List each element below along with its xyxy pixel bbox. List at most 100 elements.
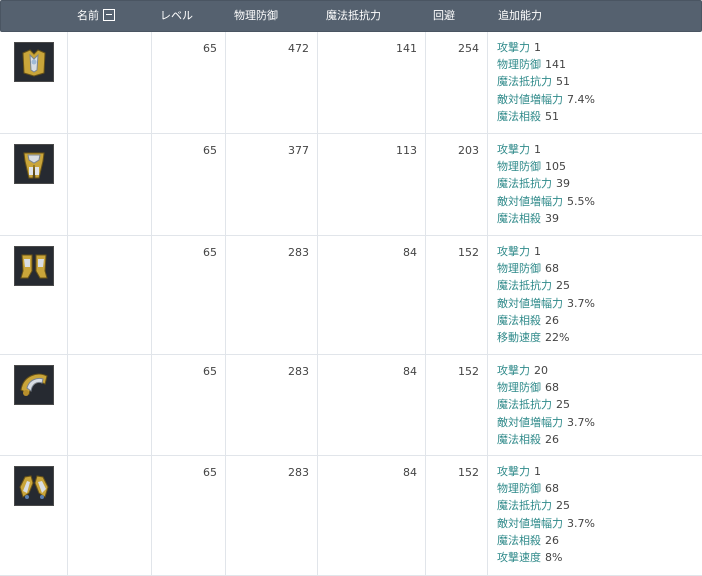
mag-res-cell: 84 (318, 355, 426, 455)
table-row: 65 283 84 152 攻撃力 20 物理防御 68 魔法抵抗力 25 敵対値増幅力 3.7% 魔法… (0, 355, 702, 456)
bonus-label: 敵対値増幅力 (497, 194, 563, 208)
bonus-label: 攻撃力 (497, 41, 530, 54)
bonus-item: 敵対値増幅力 7.4% (497, 91, 595, 108)
phys-def-value: 377 (288, 144, 309, 157)
name-cell (68, 355, 152, 455)
gold-chest-armor-icon[interactable] (14, 42, 54, 82)
bonus-label: 魔法抵抗力 (497, 75, 552, 89)
gold-boots-icon[interactable] (14, 246, 54, 286)
phys-def-cell: 283 (226, 355, 318, 455)
bonus-list: 攻撃力 1 物理防御 105 魔法抵抗力 39 敵対値増幅力 5.5% 魔法相殺 39 (497, 141, 595, 227)
bonus-cell: 攻撃力 20 物理防御 68 魔法抵抗力 25 敵対値増幅力 3.7% 魔法相殺 26 (488, 355, 701, 455)
gold-shoulder-armor-icon[interactable] (14, 365, 54, 405)
phys-def-value: 283 (288, 365, 309, 378)
bonus-item: 攻撃力 1 (497, 141, 595, 158)
evasion-cell: 203 (426, 134, 488, 235)
bonus-label: 魔法抵抗力 (497, 177, 552, 191)
bonus-value: 22% (545, 330, 570, 344)
bonus-value: 25 (556, 398, 570, 412)
gold-gloves-icon[interactable] (14, 466, 54, 506)
phys-def-value: 283 (288, 246, 309, 259)
bonus-item: 魔法相殺 26 (497, 431, 595, 448)
table-row: 65 377 113 203 攻撃力 1 物理防御 105 魔法抵抗力 39 敵対値増幅力 5.5% 魔… (0, 134, 702, 236)
bonus-value: 3.7% (567, 415, 595, 429)
column-header-name[interactable]: 名前 (77, 1, 115, 31)
bonus-value: 3.7% (567, 516, 595, 530)
bonus-list: 攻撃力 1 物理防御 68 魔法抵抗力 25 敵対値増幅力 3.7% 魔法相殺 26 攻撃速度 8% (497, 463, 595, 566)
bonus-item: 物理防御 68 (497, 379, 595, 396)
level-value: 65 (203, 144, 217, 157)
bonus-label: 敵対値増幅力 (497, 296, 563, 310)
mag-res-value: 113 (396, 144, 417, 157)
bonus-label: 敵対値増幅力 (497, 92, 563, 106)
bonus-label: 攻撃力 (497, 143, 530, 156)
phys-def-cell: 472 (226, 32, 318, 133)
bonus-value: 1 (534, 465, 541, 478)
bonus-item: 敵対値増幅力 3.7% (497, 515, 595, 532)
bonus-value: 1 (534, 41, 541, 54)
bonus-label: 敵対値増幅力 (497, 516, 563, 530)
bonus-value: 68 (545, 381, 559, 395)
level-cell: 65 (152, 32, 226, 133)
bonus-value: 8% (545, 550, 563, 564)
evasion-value: 203 (458, 144, 479, 157)
column-header-level: レベル (160, 9, 193, 22)
bonus-value: 26 (545, 313, 559, 327)
bonus-item: 魔法相殺 26 (497, 312, 595, 329)
bonus-value: 1 (534, 245, 541, 258)
mag-res-cell: 84 (318, 456, 426, 575)
bonus-list: 攻撃力 1 物理防御 68 魔法抵抗力 25 敵対値増幅力 3.7% 魔法相殺 26 移動速度 22% (497, 243, 595, 346)
evasion-value: 152 (458, 365, 479, 378)
mag-res-value: 84 (403, 246, 417, 259)
bonus-label: 物理防御 (497, 160, 541, 174)
bonus-item: 魔法抵抗力 25 (497, 396, 595, 413)
icon-cell (0, 456, 68, 575)
level-value: 65 (203, 466, 217, 479)
level-cell: 65 (152, 355, 226, 455)
bonus-value: 20 (534, 364, 548, 377)
bonus-item: 魔法抵抗力 39 (497, 175, 595, 192)
phys-def-cell: 283 (226, 456, 318, 575)
bonus-list: 攻撃力 20 物理防御 68 魔法抵抗力 25 敵対値増幅力 3.7% 魔法相殺 26 (497, 362, 595, 448)
name-cell (68, 236, 152, 354)
bonus-value: 5.5% (567, 194, 595, 208)
bonus-label: 魔法抵抗力 (497, 279, 552, 293)
bonus-label: 物理防御 (497, 381, 541, 395)
collapse-toggle-icon[interactable] (103, 9, 115, 21)
bonus-value: 51 (556, 75, 570, 89)
bonus-value: 51 (545, 109, 559, 123)
bonus-item: 移動速度 22% (497, 329, 595, 346)
bonus-list: 攻撃力 1 物理防御 141 魔法抵抗力 51 敵対値増幅力 7.4% 魔法相殺 51 (497, 39, 595, 125)
bonus-item: 魔法抵抗力 25 (497, 497, 595, 514)
bonus-value: 25 (556, 279, 570, 293)
bonus-value: 26 (545, 432, 559, 446)
mag-res-value: 84 (403, 365, 417, 378)
bonus-item: 攻撃力 20 (497, 362, 595, 379)
bonus-cell: 攻撃力 1 物理防御 105 魔法抵抗力 39 敵対値増幅力 5.5% 魔法相殺 39 (488, 134, 701, 235)
mag-res-cell: 84 (318, 236, 426, 354)
bonus-value: 3.7% (567, 296, 595, 310)
bonus-value: 68 (545, 262, 559, 276)
bonus-item: 魔法抵抗力 51 (497, 73, 595, 90)
icon-cell (0, 355, 68, 455)
bonus-item: 攻撃速度 8% (497, 549, 595, 566)
bonus-value: 68 (545, 482, 559, 496)
mag-res-cell: 113 (318, 134, 426, 235)
mag-res-cell: 141 (318, 32, 426, 133)
level-cell: 65 (152, 236, 226, 354)
bonus-cell: 攻撃力 1 物理防御 141 魔法抵抗力 51 敵対値増幅力 7.4% 魔法相殺 51 (488, 32, 701, 133)
icon-cell (0, 134, 68, 235)
bonus-label: 攻撃力 (497, 364, 530, 377)
bonus-label: 移動速度 (497, 330, 541, 344)
level-cell: 65 (152, 456, 226, 575)
bonus-label: 物理防御 (497, 58, 541, 72)
bonus-item: 敵対値増幅力 3.7% (497, 295, 595, 312)
bonus-cell: 攻撃力 1 物理防御 68 魔法抵抗力 25 敵対値増幅力 3.7% 魔法相殺 26 移動速度 22% (488, 236, 701, 354)
bonus-item: 物理防御 105 (497, 158, 595, 175)
gold-leg-armor-icon[interactable] (14, 144, 54, 184)
bonus-label: 魔法抵抗力 (497, 398, 552, 412)
bonus-item: 魔法相殺 51 (497, 108, 595, 125)
level-value: 65 (203, 365, 217, 378)
evasion-cell: 254 (426, 32, 488, 133)
bonus-item: 魔法抵抗力 25 (497, 277, 595, 294)
